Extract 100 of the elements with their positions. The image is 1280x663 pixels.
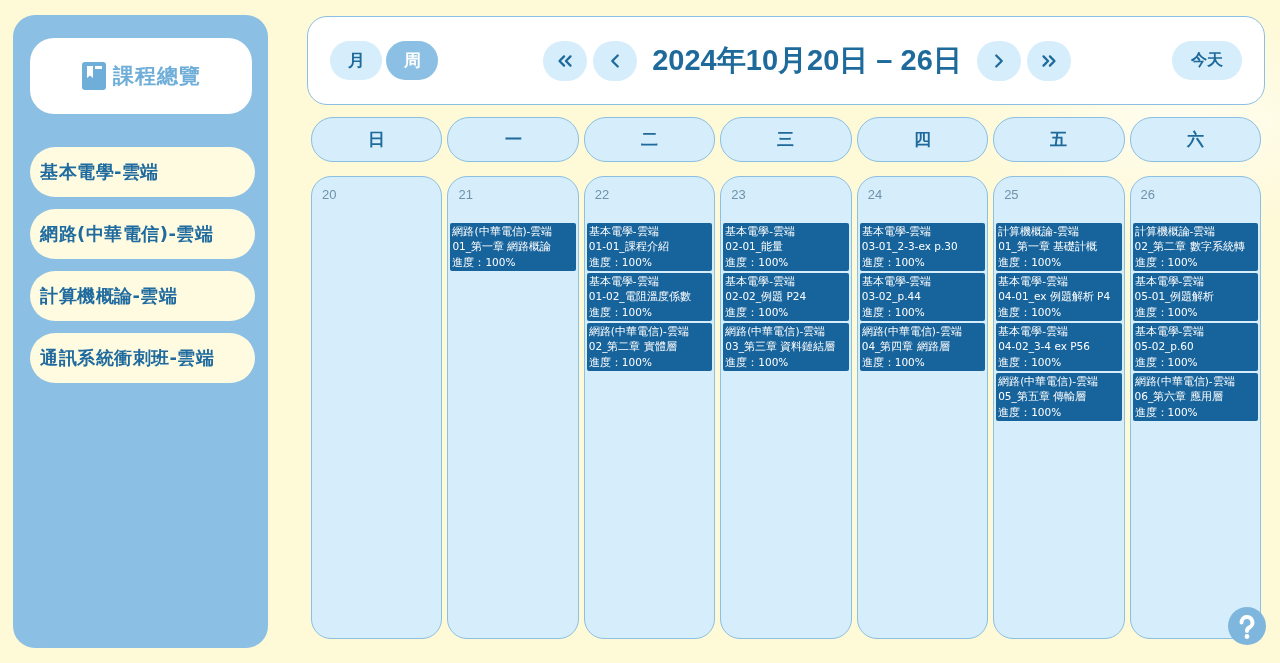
event-lesson: 05-02_p.60 bbox=[1134, 339, 1194, 355]
event-course: 計算機概論-雲端 bbox=[998, 224, 1079, 239]
event-lesson: 02-01_能量 bbox=[725, 239, 784, 255]
event-card[interactable]: 網路(中華電信)-雲端 01_第一章 網路概論 進度：100% bbox=[450, 223, 576, 271]
event-card[interactable]: 基本電學-雲端 05-02_p.60 進度：100% bbox=[1132, 323, 1258, 371]
event-card[interactable]: 基本電學-雲端 01-02_電阻溫度係數 進度：100% bbox=[586, 273, 713, 321]
event-card[interactable]: 計算機概論-雲端 01_第一章 基礎計概 進度：100% bbox=[996, 223, 1122, 271]
event-course: 網路(中華電信)-雲端 bbox=[452, 224, 553, 239]
progress-text: 進度：100% bbox=[861, 304, 925, 320]
weekday-header: 三 bbox=[720, 117, 852, 162]
progress-text: 進度：100% bbox=[1134, 354, 1198, 370]
view-mode-button[interactable]: 月 bbox=[330, 41, 382, 80]
previous-fast-button[interactable] bbox=[543, 40, 588, 81]
day-number: 26 bbox=[1139, 186, 1156, 204]
help-button[interactable] bbox=[1228, 607, 1266, 645]
previous-button[interactable] bbox=[593, 40, 638, 81]
progress-text: 進度：100% bbox=[861, 354, 925, 370]
course-item[interactable]: 基本電學-雲端 bbox=[30, 147, 255, 197]
weekday-header: 四 bbox=[856, 117, 989, 162]
progress-text: 進度：100% bbox=[588, 304, 652, 320]
event-lesson: 03-02_p.44 bbox=[861, 289, 921, 305]
progress-text: 進度：100% bbox=[725, 304, 789, 320]
event-course: 基本電學-雲端 bbox=[588, 224, 659, 239]
course-item[interactable]: 通訊系統衝刺班-雲端 bbox=[30, 333, 255, 383]
event-card[interactable]: 基本電學-雲端 03-02_p.44 進度：100% bbox=[859, 273, 986, 321]
weekday-header: 日 bbox=[311, 117, 443, 162]
sidebar-title: 課程總覽 bbox=[112, 63, 201, 90]
event-course: 基本電學-雲端 bbox=[1134, 324, 1205, 339]
course-item[interactable]: 計算機概論-雲端 bbox=[30, 271, 255, 321]
progress-text: 進度：100% bbox=[588, 254, 652, 270]
event-card[interactable]: 基本電學-雲端 04-02_3-4 ex P56 進度：100% bbox=[996, 323, 1122, 371]
event-card[interactable]: 基本電學-雲端 04-01_ex 例題解析 P4 進度：100% bbox=[996, 273, 1122, 321]
event-card[interactable]: 網路(中華電信)-雲端 05_第五章 傳輸層 進度：100% bbox=[996, 373, 1122, 421]
progress-text: 進度：100% bbox=[1134, 254, 1198, 270]
next-fast-button[interactable] bbox=[1026, 40, 1071, 81]
event-lesson: 02_第二章 實體層 bbox=[588, 339, 677, 355]
progress-text: 進度：100% bbox=[998, 304, 1062, 320]
progress-text: 進度：100% bbox=[1134, 404, 1198, 420]
event-card[interactable]: 基本電學-雲端 05-01_例題解析 進度：100% bbox=[1132, 273, 1258, 321]
event-course: 基本電學-雲端 bbox=[1134, 274, 1205, 289]
progress-text: 進度：100% bbox=[998, 254, 1062, 270]
event-course: 基本電學-雲端 bbox=[725, 224, 796, 239]
day-number: 23 bbox=[730, 186, 746, 204]
event-lesson: 02_第二章 數字系統轉 bbox=[1134, 239, 1245, 255]
event-card[interactable]: 基本電學-雲端 02-02_例題 P24 進度：100% bbox=[723, 273, 849, 321]
event-course: 計算機概論-雲端 bbox=[1134, 224, 1216, 239]
day-number: 21 bbox=[457, 186, 473, 204]
event-lesson: 02-02_例題 P24 bbox=[725, 289, 807, 305]
event-card[interactable]: 基本電學-雲端 02-01_能量 進度：100% bbox=[723, 223, 849, 271]
weekday-header: 五 bbox=[993, 117, 1125, 162]
event-course: 基本電學-雲端 bbox=[861, 274, 932, 289]
event-card[interactable]: 網路(中華電信)-雲端 03_第三章 資料鏈結層 進度：100% bbox=[723, 323, 849, 371]
progress-text: 進度：100% bbox=[725, 254, 789, 270]
event-card[interactable]: 網路(中華電信)-雲端 06_第六章 應用層 進度：100% bbox=[1132, 373, 1258, 421]
day-number: 22 bbox=[593, 186, 610, 204]
weekday-header: 二 bbox=[583, 117, 716, 162]
day-number: 24 bbox=[866, 186, 883, 204]
event-card[interactable]: 網路(中華電信)-雲端 02_第二章 實體層 進度：100% bbox=[586, 323, 713, 371]
event-course: 基本電學-雲端 bbox=[861, 224, 932, 239]
progress-text: 進度：100% bbox=[998, 354, 1062, 370]
weekday-header: 一 bbox=[447, 117, 579, 162]
event-card[interactable]: 網路(中華電信)-雲端 04_第四章 網路層 進度：100% bbox=[859, 323, 986, 371]
progress-text: 進度：100% bbox=[452, 254, 516, 270]
next-button[interactable] bbox=[976, 40, 1021, 81]
event-course: 網路(中華電信)-雲端 bbox=[998, 374, 1099, 389]
event-course: 網路(中華電信)-雲端 bbox=[1134, 374, 1235, 389]
day-number: 20 bbox=[321, 186, 337, 204]
event-course: 網路(中華電信)-雲端 bbox=[588, 324, 689, 339]
event-lesson: 05-01_例題解析 bbox=[1134, 289, 1215, 305]
event-card[interactable]: 基本電學-雲端 03-01_2-3-ex p.30 進度：100% bbox=[859, 223, 986, 271]
event-course: 網路(中華電信)-雲端 bbox=[725, 324, 826, 339]
event-card[interactable]: 基本電學-雲端 01-01_課程介紹 進度：100% bbox=[586, 223, 713, 271]
event-lesson: 01_第一章 基礎計概 bbox=[998, 239, 1098, 255]
event-lesson: 06_第六章 應用層 bbox=[1134, 389, 1223, 405]
event-course: 基本電學-雲端 bbox=[998, 274, 1068, 289]
day-number: 25 bbox=[1003, 186, 1019, 204]
event-lesson: 01-02_電阻溫度係數 bbox=[588, 289, 691, 305]
event-lesson: 01-01_課程介紹 bbox=[588, 239, 669, 255]
event-lesson: 04-01_ex 例題解析 P4 bbox=[998, 289, 1111, 305]
progress-text: 進度：100% bbox=[725, 354, 789, 370]
event-lesson: 05_第五章 傳輸層 bbox=[998, 389, 1087, 405]
event-lesson: 04_第四章 網路層 bbox=[861, 339, 950, 355]
event-lesson: 03-01_2-3-ex p.30 bbox=[861, 239, 958, 255]
event-lesson: 04-02_3-4 ex P56 bbox=[998, 339, 1090, 355]
event-lesson: 03_第三章 資料鏈結層 bbox=[725, 339, 836, 355]
event-course: 網路(中華電信)-雲端 bbox=[861, 324, 962, 339]
progress-text: 進度：100% bbox=[588, 354, 652, 370]
event-lesson: 01_第一章 網路概論 bbox=[452, 239, 552, 255]
progress-text: 進度：100% bbox=[861, 254, 925, 270]
event-course: 基本電學-雲端 bbox=[725, 274, 796, 289]
course-item[interactable]: 網路(中華電信)-雲端 bbox=[30, 209, 255, 259]
weekday-header: 六 bbox=[1129, 117, 1261, 162]
progress-text: 進度：100% bbox=[998, 404, 1062, 420]
book-icon bbox=[81, 62, 106, 90]
today-button[interactable]: 今天 bbox=[1172, 41, 1242, 80]
event-course: 基本電學-雲端 bbox=[998, 324, 1068, 339]
date-range-title: 2024年10月20日 – 26日 bbox=[652, 42, 962, 78]
event-course: 基本電學-雲端 bbox=[588, 274, 659, 289]
progress-text: 進度：100% bbox=[1134, 304, 1198, 320]
event-card[interactable]: 計算機概論-雲端 02_第二章 數字系統轉 進度：100% bbox=[1132, 223, 1258, 271]
